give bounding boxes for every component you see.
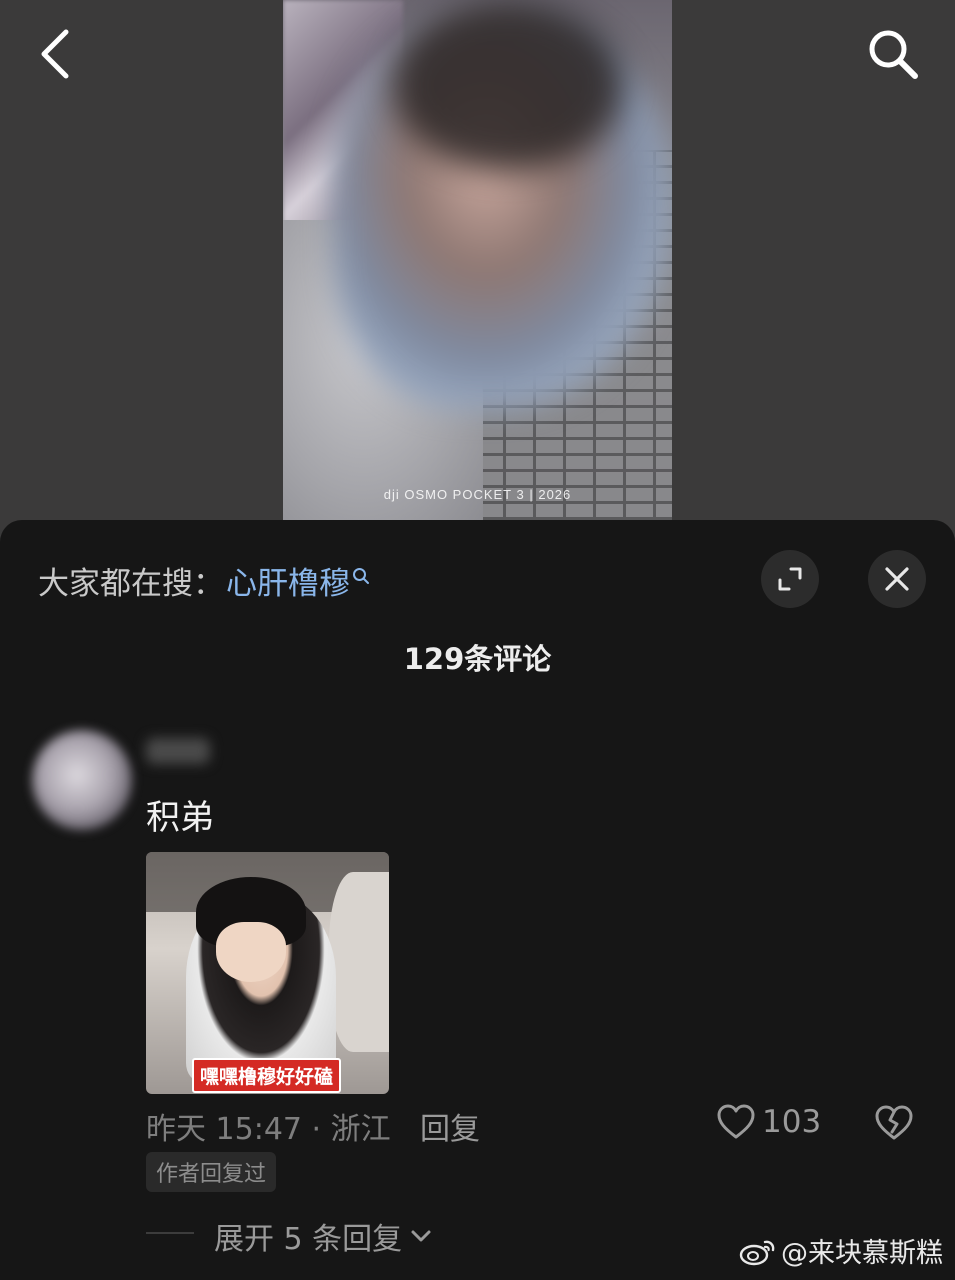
search-icon <box>869 30 918 79</box>
comment-time-location: 昨天 15:47 · 浙江 <box>146 1112 391 1147</box>
close-icon <box>885 567 909 591</box>
expand-icon <box>778 567 802 591</box>
search-suggestion[interactable]: 大家都在搜： 心肝橹穆 <box>38 558 370 603</box>
screen: dji OSMO POCKET 3 | 2026 大家都在搜： 心肝橹穆 129… <box>0 0 955 1280</box>
chevron-left-icon <box>41 29 69 79</box>
comment-image-caption: 嘿嘿橹穆好好磕 <box>192 1058 342 1093</box>
weibo-watermark-text: @来块慕斯糕 <box>781 1238 943 1269</box>
comment-image-face <box>216 922 286 982</box>
weibo-logo-icon <box>739 1240 775 1265</box>
expand-replies-label: 展开 5 条回复 <box>214 1222 403 1257</box>
dislike-button[interactable] <box>874 1104 914 1146</box>
comment-text: 积弟 <box>146 798 214 838</box>
back-button[interactable] <box>24 22 88 86</box>
comment-count-title: 129条评论 <box>403 642 552 676</box>
comment-sheet: 大家都在搜： 心肝橹穆 129条评论 积弟 嘿嘿橹穆好好磕 昨天 15:47 ·… <box>0 520 955 1280</box>
comment-image[interactable]: 嘿嘿橹穆好好磕 <box>146 852 389 1094</box>
search-suggestion-prefix: 大家都在搜： <box>38 566 224 602</box>
reply-button[interactable]: 回复 <box>420 1104 480 1148</box>
author-replied-badge: 作者回复过 <box>146 1152 277 1192</box>
expand-replies-button[interactable]: 展开 5 条回复 <box>214 1214 434 1258</box>
like-count: 103 <box>762 1104 822 1140</box>
close-button[interactable] <box>868 550 926 608</box>
like-button[interactable]: 103 <box>716 1104 821 1140</box>
chevron-down-icon <box>411 1230 431 1242</box>
search-suggestion-keyword[interactable]: 心肝橹穆 <box>226 558 350 603</box>
search-button[interactable] <box>861 22 925 86</box>
video-player[interactable]: dji OSMO POCKET 3 | 2026 <box>283 0 672 520</box>
heart-icon <box>717 1104 755 1139</box>
avatar[interactable] <box>32 730 132 830</box>
expand-divider <box>146 1232 194 1234</box>
expand-button[interactable] <box>761 550 819 608</box>
username-blurred[interactable] <box>146 738 210 764</box>
search-small-icon <box>353 567 369 584</box>
comment-image-side-person <box>329 872 389 1052</box>
blurred-hair <box>393 0 623 170</box>
broken-heart-icon <box>875 1105 913 1140</box>
video-watermark: dji OSMO POCKET 3 | 2026 <box>383 487 572 502</box>
weibo-watermark: @来块慕斯糕 <box>739 1231 943 1270</box>
